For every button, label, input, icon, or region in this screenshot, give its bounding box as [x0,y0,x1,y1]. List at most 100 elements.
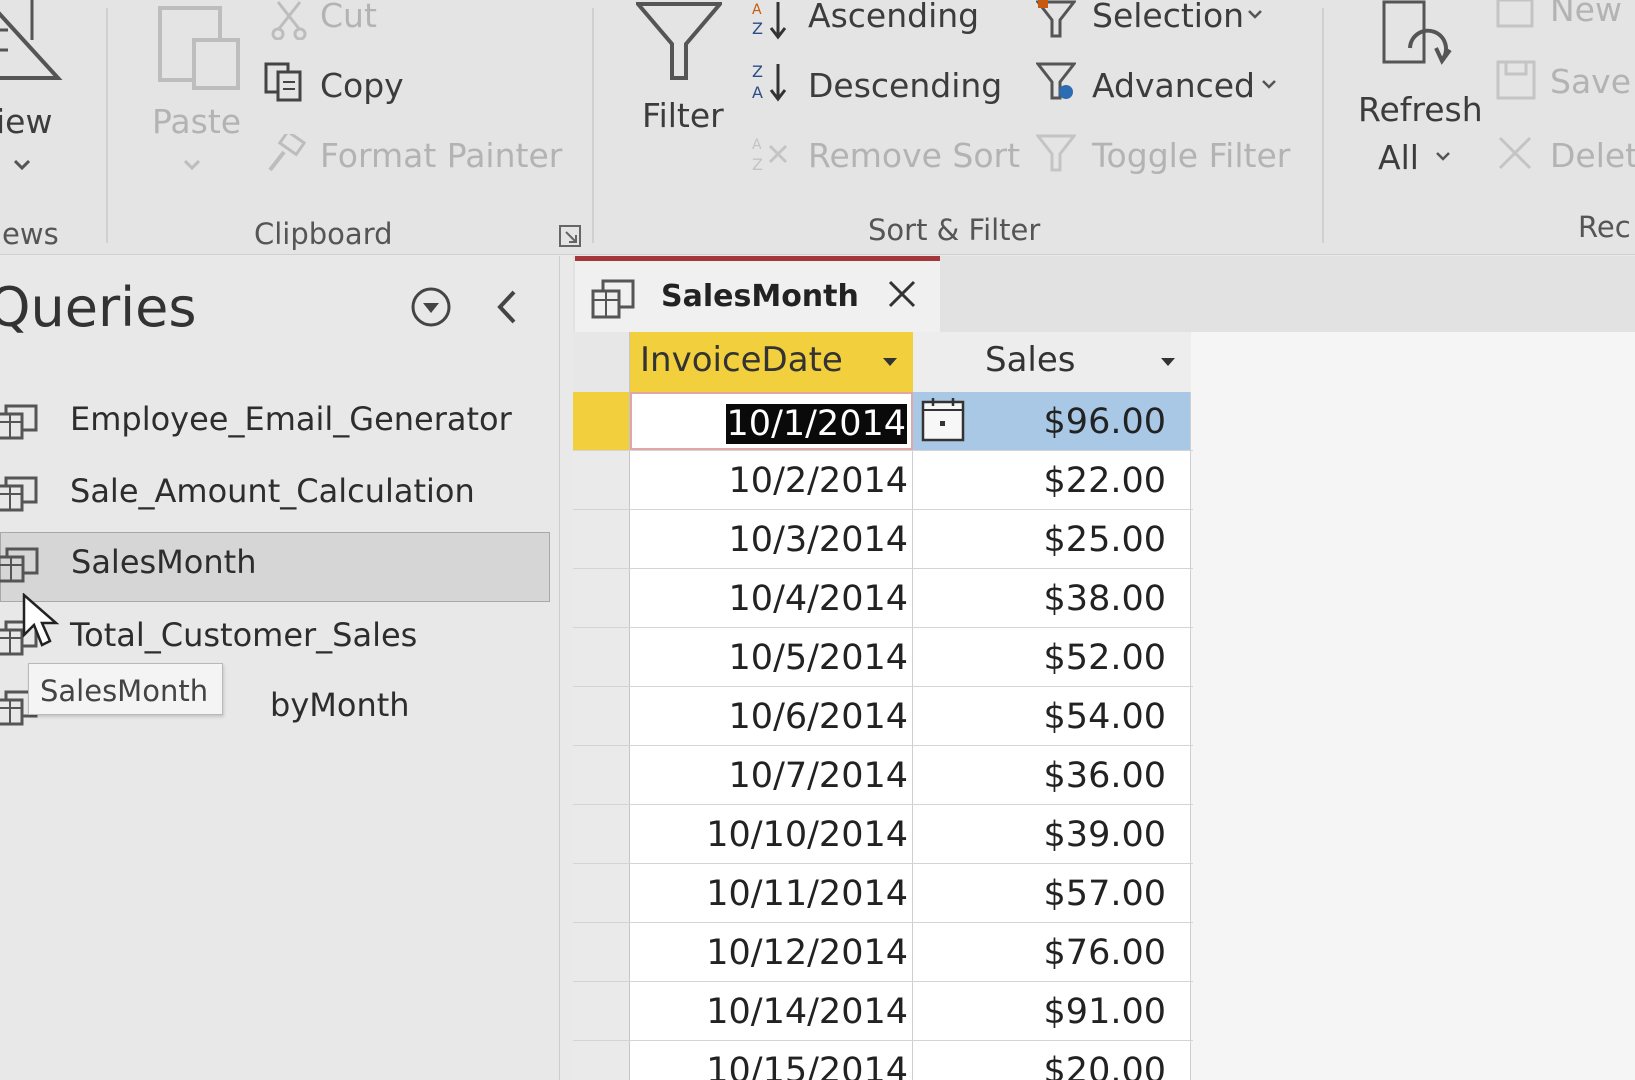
table-row: 10/4/2014 $38.00 [573,569,1193,628]
funnel-icon [636,1,722,80]
record-selector[interactable] [573,510,630,568]
record-selector[interactable] [573,628,630,686]
record-selector[interactable] [573,569,630,627]
cell-value: 10/3/2014 [728,520,908,560]
table-row: 10/6/2014 $54.00 [573,687,1193,746]
save-label: Save [1550,62,1632,101]
chevron-down-icon [14,160,30,170]
nav-pane-title: Queries [0,276,197,339]
cell-sales[interactable]: $22.00 [913,451,1191,509]
record-selector[interactable] [573,864,630,922]
column-header-invoicedate[interactable]: InvoiceDate [630,332,913,392]
query-icon [0,547,39,583]
record-selector[interactable] [573,392,630,450]
cell-value: 10/11/2014 [706,874,908,914]
mouse-cursor-icon [22,593,60,647]
ribbon: iew iews Paste Cut Copy Format Painter C… [0,0,1635,255]
cell-invoicedate[interactable]: 10/4/2014 [630,569,913,627]
nav-item-total-customer-sales[interactable]: Total_Customer_Sales [0,606,548,668]
table-row: 10/15/2014 $20.00 [573,1041,1193,1080]
cell-invoicedate[interactable]: 10/14/2014 [630,982,913,1040]
table-row: 10/14/2014 $91.00 [573,982,1193,1041]
nav-menu-dropdown-icon[interactable] [410,286,452,328]
select-all-corner[interactable] [573,332,630,392]
filter-dropdown-icon[interactable] [881,356,899,368]
nav-item-label: Total_Customer_Sales [70,616,418,654]
nav-item-employee-email-generator[interactable]: Employee_Email_Generator [0,390,548,452]
nav-item-label: byMonth [270,686,410,724]
cell-value: 10/6/2014 [728,697,908,737]
query-icon [0,476,38,512]
collapse-chevron-icon[interactable] [490,286,526,328]
filter-label: Filter [642,96,724,135]
format-painter-label: Format Painter [320,136,563,175]
cell-sales[interactable]: $52.00 [913,628,1191,686]
views-group-label: iews [0,217,59,251]
svg-text:A: A [752,137,762,153]
selection-label: Selection [1092,0,1245,35]
refresh-all-label: All [1378,138,1419,177]
clipboard-group-label: Clipboard [254,217,393,251]
cell-invoicedate[interactable]: 10/6/2014 [630,687,913,745]
cell-value: 10/4/2014 [728,579,908,619]
record-selector[interactable] [573,982,630,1040]
cell-invoicedate[interactable]: 10/11/2014 [630,864,913,922]
tab-salesmonth[interactable]: SalesMonth [575,256,940,332]
cell-value: 10/1/2014 [725,404,907,444]
dialog-launcher-icon[interactable] [558,224,582,248]
cell-value: 10/2/2014 [728,461,908,501]
cell-sales[interactable]: $25.00 [913,510,1191,568]
filter-dropdown-icon[interactable] [1159,356,1177,368]
record-selector[interactable] [573,746,630,804]
cell-sales[interactable]: $91.00 [913,982,1191,1040]
remove-sort-icon: A Z [752,137,788,174]
remove-sort-label: Remove Sort [808,136,1021,175]
ribbon-separator [106,8,108,243]
cell-sales[interactable]: $76.00 [913,923,1191,981]
cell-sales[interactable]: $54.00 [913,687,1191,745]
chevron-down-icon [1248,10,1262,19]
close-icon[interactable] [885,277,919,311]
table-row: 10/10/2014 $39.00 [573,805,1193,864]
cell-sales[interactable]: $39.00 [913,805,1191,863]
new-record-icon [1496,0,1534,28]
ribbon-separator [592,8,594,243]
cell-sales[interactable]: $38.00 [913,569,1191,627]
tooltip: SalesMonth [28,663,223,715]
nav-item-sale-amount-calculation[interactable]: Sale_Amount_Calculation [0,462,548,524]
cell-value: 10/7/2014 [728,756,908,796]
table-row: 10/12/2014 $76.00 [573,923,1193,982]
cell-value: 10/5/2014 [728,638,908,678]
record-selector[interactable] [573,805,630,863]
refresh-label: Refresh [1358,90,1483,129]
cell-value: 10/15/2014 [706,1051,908,1080]
paste-icon [158,6,240,90]
delete-label: Delete [1550,136,1635,175]
cell-invoicedate[interactable]: 10/5/2014 [630,628,913,686]
column-header-sales[interactable]: Sales [913,332,1191,392]
cell-invoicedate[interactable]: 10/10/2014 [630,805,913,863]
cell-sales[interactable]: $36.00 [913,746,1191,804]
cell-invoicedate[interactable]: 10/1/2014 [630,392,913,450]
record-selector[interactable] [573,1041,630,1080]
descending-label: Descending [808,66,1003,105]
cell-invoicedate[interactable]: 10/12/2014 [630,923,913,981]
cell-sales[interactable]: $57.00 [913,864,1191,922]
selection-filter-icon [1036,0,1076,38]
record-selector[interactable] [573,687,630,745]
toggle-filter-label: Toggle Filter [1092,136,1291,175]
cell-invoicedate[interactable]: 10/15/2014 [630,1041,913,1080]
svg-text:A: A [752,83,763,102]
cell-sales[interactable]: $20.00 [913,1041,1191,1080]
cell-invoicedate[interactable]: 10/3/2014 [630,510,913,568]
cell-value: 10/10/2014 [706,815,908,855]
save-icon [1496,60,1536,100]
sort-ascending-icon: A Z [752,2,787,40]
calendar-icon[interactable] [920,396,966,444]
record-selector[interactable] [573,451,630,509]
nav-item-salesmonth[interactable]: SalesMonth [0,532,550,602]
table-row: 10/3/2014 $25.00 [573,510,1193,569]
cell-invoicedate[interactable]: 10/2/2014 [630,451,913,509]
cell-invoicedate[interactable]: 10/7/2014 [630,746,913,804]
record-selector[interactable] [573,923,630,981]
